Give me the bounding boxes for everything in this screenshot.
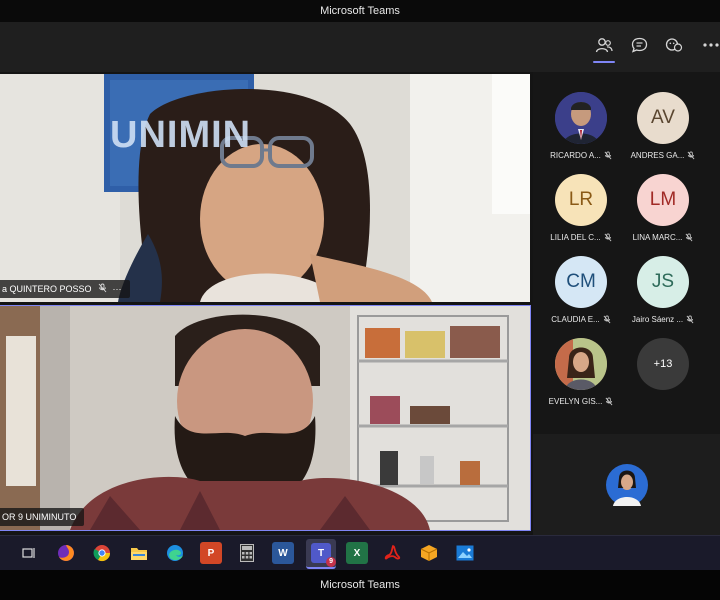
photos-icon [456, 545, 474, 561]
participant-name-bottom: OR 9 UNIMINUTO [2, 512, 77, 522]
excel-button[interactable]: X [346, 542, 368, 564]
meeting-toolbar [0, 22, 720, 73]
muted-mic-icon [605, 397, 613, 406]
people-icon [595, 38, 613, 53]
chrome-button[interactable] [91, 542, 113, 564]
teams-icon: T 9 [311, 543, 336, 567]
firefox-button[interactable] [55, 542, 77, 564]
more-options-icon [703, 43, 719, 47]
avatar-initials: JS [651, 271, 675, 292]
avatar-initials: AV [651, 107, 675, 128]
avatar [555, 92, 607, 144]
show-participants-button[interactable] [590, 30, 618, 63]
participant-tile[interactable]: RICARDO A... [539, 92, 623, 170]
chat-icon [631, 37, 647, 53]
package-icon [420, 545, 438, 561]
avatar-initials: CM [566, 271, 596, 292]
avatar [555, 338, 607, 390]
self-view[interactable] [533, 434, 720, 535]
profile-photo [555, 338, 607, 390]
edge-icon [167, 545, 183, 561]
participant-name-tag-bottom: OR 9 UNIMINUTO [0, 508, 85, 526]
participant-name: CLAUDIA E... [551, 315, 600, 324]
file-explorer-icon [131, 548, 147, 560]
reactions-icon [665, 38, 683, 52]
powerpoint-icon: P [207, 547, 215, 559]
participant-more-button[interactable]: ··· [113, 284, 122, 294]
participant-video-bottom[interactable]: OR 9 UNIMINUTO [0, 305, 531, 531]
muted-mic-icon [686, 315, 694, 324]
participant-tile[interactable]: JS Jairo Sáenz ... [621, 256, 705, 334]
participant-tile[interactable]: LM LINA MARC... [621, 174, 705, 252]
photos-button[interactable] [454, 542, 476, 564]
avatar: JS [637, 256, 689, 308]
muted-mic-icon [687, 151, 695, 160]
background-sign: UNIMIN [110, 114, 252, 156]
calculator-button[interactable] [236, 542, 258, 564]
overflow-participants-button[interactable]: +13 [637, 338, 689, 390]
participant-name-tag-top: a QUINTERO POSSO ··· [0, 280, 130, 298]
participant-name: LILIA DEL C... [550, 233, 601, 242]
word-icon: W [278, 547, 288, 559]
profile-photo [555, 92, 607, 144]
calculator-icon [240, 544, 254, 562]
participant-name: EVELYN GIS... [548, 397, 603, 406]
participant-gallery: RICARDO A... AV ANDRES GA... LR LILIA DE… [533, 72, 720, 535]
participant-tile[interactable]: CM CLAUDIA E... [539, 256, 623, 334]
overflow-participants-tile[interactable]: +13 [621, 338, 705, 416]
muted-mic-icon [685, 233, 693, 242]
video-feed-scene-top [0, 74, 530, 302]
teams-button[interactable]: T 9 [306, 539, 336, 569]
video-feed-scene-bottom [0, 306, 530, 530]
second-window-title-bar: Microsoft Teams [0, 570, 720, 600]
package-button[interactable] [418, 542, 440, 564]
word-button[interactable]: W [272, 542, 294, 564]
participant-video-top[interactable]: UNIMIN a QUINTERO POSSO ··· [0, 74, 530, 302]
avatar: LM [637, 174, 689, 226]
muted-mic-icon [603, 315, 611, 324]
avatar-initials: LR [568, 189, 594, 210]
participant-name-top: a QUINTERO POSSO [2, 284, 92, 294]
muted-mic-icon [604, 233, 612, 242]
avatar: LR [555, 174, 607, 226]
chrome-icon [93, 545, 111, 562]
acrobat-button[interactable] [382, 542, 404, 564]
acrobat-icon [384, 545, 401, 560]
muted-mic-icon [604, 151, 612, 160]
participant-name: RICARDO A... [550, 151, 601, 160]
avatar: CM [555, 256, 607, 308]
window-title-secondary: Microsoft Teams [320, 579, 400, 591]
notification-badge: 9 [326, 557, 336, 567]
file-explorer-button[interactable] [128, 542, 150, 564]
participant-tile[interactable]: EVELYN GIS... [539, 338, 623, 416]
excel-icon: X [353, 547, 361, 559]
participant-name: LINA MARC... [632, 233, 683, 242]
firefox-icon [58, 545, 74, 561]
self-view-avatar [605, 463, 648, 506]
muted-mic-icon [98, 283, 107, 295]
window-title-bar: Microsoft Teams [0, 0, 720, 22]
window-title: Microsoft Teams [320, 5, 400, 17]
windows-taskbar: P W T 9 X [0, 535, 720, 571]
participant-tile[interactable]: AV ANDRES GA... [621, 92, 705, 170]
edge-button[interactable] [164, 542, 186, 564]
participant-tile[interactable]: LR LILIA DEL C... [539, 174, 623, 252]
show-conversation-button[interactable] [625, 30, 653, 60]
more-actions-button[interactable] [697, 30, 720, 60]
meeting-stage: UNIMIN a QUINTERO POSSO ··· OR 9 UNIMINU… [0, 72, 720, 535]
avatar-initials: LM [649, 189, 677, 210]
reactions-button[interactable] [660, 30, 688, 60]
task-view-button[interactable] [18, 542, 40, 564]
powerpoint-button[interactable]: P [200, 542, 222, 564]
participant-name: ANDRES GA... [630, 151, 685, 160]
avatar: AV [637, 92, 689, 144]
task-view-icon [22, 548, 35, 558]
participant-name: Jairo Sáenz ... [631, 315, 684, 324]
